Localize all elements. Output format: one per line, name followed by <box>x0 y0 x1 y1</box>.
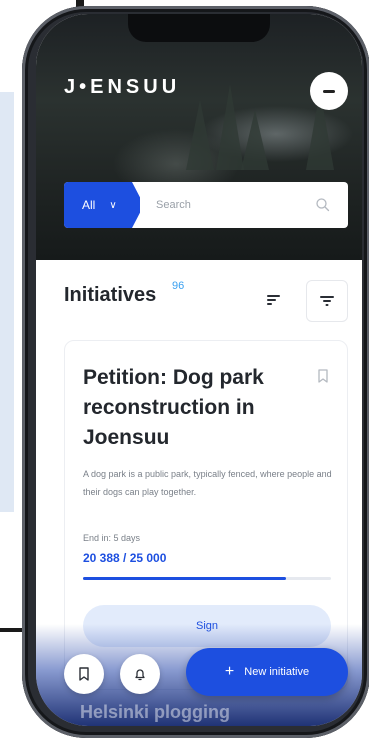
list-count-badge: 96 <box>172 280 185 292</box>
background-strip <box>0 92 14 512</box>
sort-icon <box>267 295 280 305</box>
bell-icon <box>135 669 145 681</box>
card-description: A dog park is a public park, typically f… <box>83 469 332 497</box>
hero-tree <box>241 110 269 170</box>
menu-icon <box>323 89 335 93</box>
filter-icon <box>320 296 334 306</box>
chevron-down-icon: ∨ <box>109 199 117 211</box>
scope-select-label: All <box>82 198 96 212</box>
menu-button[interactable] <box>310 72 348 110</box>
search-icon[interactable] <box>314 196 332 214</box>
plus-icon: + <box>224 663 235 680</box>
list-title: Initiatives <box>64 284 157 306</box>
card-title: Petition: Dog park reconstruction in Joe… <box>83 366 264 449</box>
app-logo: J•ENSUU <box>64 76 181 98</box>
saved-button[interactable] <box>64 654 104 694</box>
signature-progress-fill <box>83 577 287 580</box>
hero-tree <box>186 100 214 170</box>
new-initiative-button[interactable]: + New initiative <box>186 648 348 696</box>
signature-progress <box>83 577 331 580</box>
card-end-date: End in: 5 days <box>83 533 141 543</box>
new-initiative-label: New initiative <box>244 666 310 678</box>
signature-count: 20 388 / 25 000 <box>83 551 167 565</box>
next-card-title: Helsinki plogging <box>80 702 231 722</box>
hero-tree <box>216 84 244 170</box>
phone-notch <box>128 14 270 42</box>
sort-button[interactable] <box>260 286 288 314</box>
phone-screen: J•ENSUU All ∨ Initiatives 96 Petit <box>36 14 362 726</box>
scope-select[interactable]: All ∨ <box>64 182 140 228</box>
filter-button[interactable] <box>306 280 348 322</box>
bookmark-icon[interactable] <box>317 369 329 383</box>
bookmark-icon <box>79 667 89 681</box>
search-bar: All ∨ <box>64 182 348 228</box>
notifications-button[interactable] <box>120 654 160 694</box>
list-header: Initiatives 96 <box>64 280 184 307</box>
search-input[interactable] <box>156 182 316 228</box>
